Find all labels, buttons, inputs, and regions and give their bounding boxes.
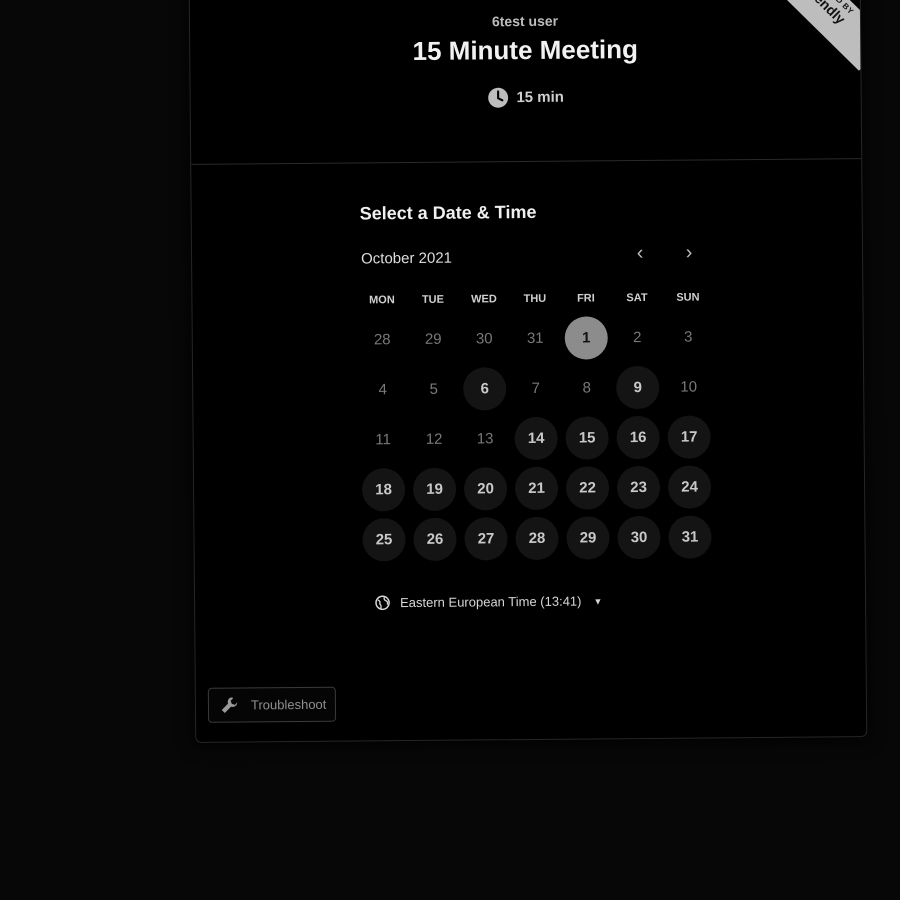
weekday-label: THU xyxy=(523,292,547,306)
calendar-day-available[interactable]: 23 xyxy=(613,462,664,512)
day-number: 1 xyxy=(564,315,608,360)
troubleshoot-button[interactable]: Troubleshoot xyxy=(207,686,337,723)
caret-down-icon: ▼ xyxy=(593,595,603,606)
calendar-day-available[interactable]: 16 xyxy=(612,412,663,462)
calendar-day-available[interactable]: 19 xyxy=(409,464,460,514)
weekday-label: WED xyxy=(471,293,497,306)
day-number: 24 xyxy=(667,464,712,509)
booking-card: 6test user 15 Minute Meeting 15 min POWE… xyxy=(188,0,868,743)
calendar-day-available[interactable]: 29 xyxy=(562,512,613,562)
day-number: 28 xyxy=(515,516,559,560)
calendar-day-selected[interactable]: 1 xyxy=(561,312,612,362)
day-number: 31 xyxy=(668,514,712,559)
event-header: 6test user 15 Minute Meeting 15 min POWE… xyxy=(189,0,868,165)
day-number: 30 xyxy=(617,515,661,559)
calendar-day-available[interactable]: 22 xyxy=(562,462,613,512)
calendar-day-muted: 13 xyxy=(459,413,510,463)
calendar-day-muted: 10 xyxy=(663,361,714,411)
day-number: 3 xyxy=(684,328,693,346)
day-number: 13 xyxy=(476,429,494,447)
calendar-day-available[interactable]: 25 xyxy=(358,514,409,564)
day-number: 15 xyxy=(565,415,609,460)
weekday-label: TUE xyxy=(421,293,444,306)
organizer-name: 6test user xyxy=(491,12,559,30)
calendar-day-available[interactable]: 6 xyxy=(459,363,510,413)
calendar-day-muted: 11 xyxy=(357,414,408,464)
day-number: 18 xyxy=(361,467,406,511)
weekday-label: SUN xyxy=(676,291,700,304)
day-number: 23 xyxy=(616,465,661,509)
day-number: 9 xyxy=(616,365,660,409)
day-number: 11 xyxy=(375,430,391,448)
day-number: 5 xyxy=(429,380,438,398)
day-number: 21 xyxy=(514,466,559,510)
calendar-day-muted: 31 xyxy=(510,313,561,363)
day-number: 27 xyxy=(464,516,508,561)
calendar-day-available[interactable]: 21 xyxy=(511,463,562,513)
calendar-day-muted: 12 xyxy=(408,414,459,464)
calendar-day-available[interactable]: 28 xyxy=(511,513,562,563)
weekday-label: MON xyxy=(369,294,395,307)
calendar-day-available[interactable]: 30 xyxy=(613,512,664,562)
day-number: 14 xyxy=(514,416,558,460)
day-number: 2 xyxy=(633,328,642,346)
chevron-left-icon[interactable]: ‹ xyxy=(628,241,652,265)
day-number: 4 xyxy=(378,380,387,398)
day-number: 22 xyxy=(565,465,610,510)
day-number: 12 xyxy=(425,430,443,448)
calendar-day-available[interactable]: 24 xyxy=(664,461,715,511)
day-number: 20 xyxy=(463,466,508,511)
day-number: 26 xyxy=(413,517,457,561)
timezone-label: Eastern European Time (13:41) xyxy=(400,593,582,611)
calendar-day-muted: 3 xyxy=(663,311,714,361)
weekday-label: FRI xyxy=(576,292,595,305)
calendar-day-available[interactable]: 26 xyxy=(409,514,460,564)
event-title: 15 Minute Meeting xyxy=(412,34,639,66)
day-number: 8 xyxy=(582,378,591,397)
duration-label: 15 min xyxy=(516,88,565,107)
event-duration: 15 min xyxy=(191,84,861,111)
day-number: 25 xyxy=(362,517,406,561)
calendar-day-muted: 4 xyxy=(357,364,408,414)
day-number: 29 xyxy=(566,515,610,560)
day-number: 16 xyxy=(616,415,660,459)
day-number: 6 xyxy=(463,366,507,411)
day-number: 28 xyxy=(373,330,391,348)
weekday-label: SAT xyxy=(626,291,648,305)
calendar-day-available[interactable]: 27 xyxy=(460,513,511,563)
day-number: 17 xyxy=(667,414,711,459)
month-label: October 2021 xyxy=(360,249,453,268)
calendar-day-available[interactable]: 31 xyxy=(664,511,715,561)
calendar-day-available[interactable]: 18 xyxy=(358,464,409,514)
day-number: 19 xyxy=(412,467,457,511)
day-number: 7 xyxy=(531,379,540,397)
page: 6test user 15 Minute Meeting 15 min POWE… xyxy=(0,0,900,900)
day-number: 10 xyxy=(680,378,698,396)
wrench-icon xyxy=(221,696,238,713)
clock-icon xyxy=(487,87,508,108)
day-number: 31 xyxy=(526,329,544,347)
calendar-day-muted: 7 xyxy=(510,363,561,413)
calendar-day-available[interactable]: 20 xyxy=(460,463,511,513)
day-number: 30 xyxy=(475,329,493,347)
calendar-day-muted: 28 xyxy=(357,314,408,364)
calendar-day-muted: 29 xyxy=(408,314,459,364)
weekday-header: MON TUE WED THU FRI SAT SUN xyxy=(356,291,713,307)
day-number: 29 xyxy=(424,330,442,348)
calendar-day-muted: 5 xyxy=(408,364,459,414)
calendar-day-muted: 2 xyxy=(612,312,663,362)
calendar-day-available[interactable]: 15 xyxy=(561,412,612,462)
globe-icon xyxy=(375,595,390,611)
timezone-selector[interactable]: Eastern European Time (13:41) ▼ xyxy=(375,593,602,610)
section-title: Select a Date & Time xyxy=(359,201,537,224)
calendar-day-available[interactable]: 14 xyxy=(510,413,561,463)
calendar-day-muted: 30 xyxy=(459,313,510,363)
troubleshoot-label: Troubleshoot xyxy=(250,696,327,713)
calendar-grid: 28 29 30 31 1 2 3 4 5 6 7 8 9 10 11 12 13 14 15 16 17 18 19 20 2… xyxy=(357,311,716,564)
calendar-day-muted: 8 xyxy=(561,362,612,412)
calendar-day-available[interactable]: 17 xyxy=(663,411,714,461)
chevron-right-icon[interactable]: › xyxy=(677,240,701,264)
calendar-day-available[interactable]: 9 xyxy=(612,362,663,412)
